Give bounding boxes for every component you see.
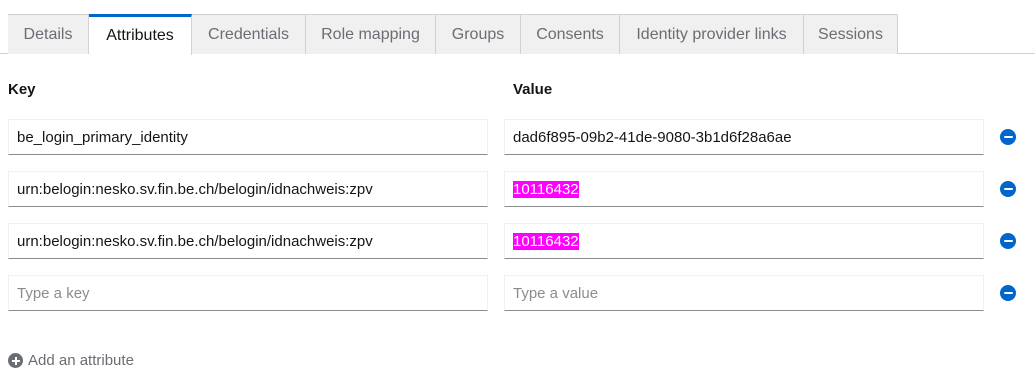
minus-circle-icon bbox=[1003, 239, 1013, 243]
remove-attribute-button[interactable] bbox=[1000, 285, 1016, 301]
tab-sessions[interactable]: Sessions bbox=[804, 14, 898, 54]
tabs-spacer bbox=[0, 14, 8, 53]
key-column-header: Key bbox=[8, 81, 36, 98]
minus-circle-icon bbox=[1003, 135, 1013, 139]
attribute-key-input[interactable]: urn:belogin:nesko.sv.fin.be.ch/belogin/i… bbox=[8, 223, 488, 259]
new-key-input[interactable]: Type a key bbox=[8, 275, 488, 311]
tab-groups[interactable]: Groups bbox=[436, 14, 521, 54]
plus-circle-icon bbox=[8, 353, 23, 368]
user-tabs: Details Attributes Credentials Role mapp… bbox=[0, 14, 1035, 55]
remove-attribute-button[interactable] bbox=[1000, 129, 1016, 145]
remove-attribute-button[interactable] bbox=[1000, 181, 1016, 197]
remove-attribute-button[interactable] bbox=[1000, 233, 1016, 249]
attribute-value-text: dad6f895-09b2-41de-9080-3b1d6f28a6ae bbox=[513, 128, 792, 146]
attribute-value-input[interactable]: 10116432 bbox=[504, 171, 984, 207]
attribute-key-text: urn:belogin:nesko.sv.fin.be.ch/belogin/i… bbox=[17, 232, 373, 250]
user-attributes-page: Details Attributes Credentials Role mapp… bbox=[0, 0, 1035, 386]
attribute-value-input[interactable]: dad6f895-09b2-41de-9080-3b1d6f28a6ae bbox=[504, 119, 984, 155]
attribute-key-input[interactable]: urn:belogin:nesko.sv.fin.be.ch/belogin/i… bbox=[8, 171, 488, 207]
tab-attributes[interactable]: Attributes bbox=[89, 14, 192, 55]
value-column-header: Value bbox=[513, 81, 553, 98]
tab-identity-provider-links[interactable]: Identity provider links bbox=[620, 14, 804, 54]
minus-circle-icon bbox=[1003, 187, 1013, 191]
add-attribute-button[interactable]: Add an attribute bbox=[8, 352, 134, 369]
attribute-key-input[interactable]: be_login_primary_identity bbox=[8, 119, 488, 155]
tab-credentials[interactable]: Credentials bbox=[192, 14, 306, 54]
attribute-value-text-highlighted: 10116432 bbox=[513, 232, 579, 250]
new-key-placeholder: Type a key bbox=[17, 284, 90, 302]
attribute-key-text: be_login_primary_identity bbox=[17, 128, 188, 146]
new-value-input[interactable]: Type a value bbox=[504, 275, 984, 311]
attribute-value-input[interactable]: 10116432 bbox=[504, 223, 984, 259]
attribute-key-text: urn:belogin:nesko.sv.fin.be.ch/belogin/i… bbox=[17, 180, 373, 198]
add-attribute-label: Add an attribute bbox=[28, 352, 134, 369]
tab-role-mapping[interactable]: Role mapping bbox=[306, 14, 436, 54]
tab-consents[interactable]: Consents bbox=[521, 14, 620, 54]
minus-circle-icon bbox=[1003, 291, 1013, 295]
tab-details[interactable]: Details bbox=[8, 14, 89, 54]
new-value-placeholder: Type a value bbox=[513, 284, 599, 302]
attribute-value-text-highlighted: 10116432 bbox=[513, 180, 579, 198]
